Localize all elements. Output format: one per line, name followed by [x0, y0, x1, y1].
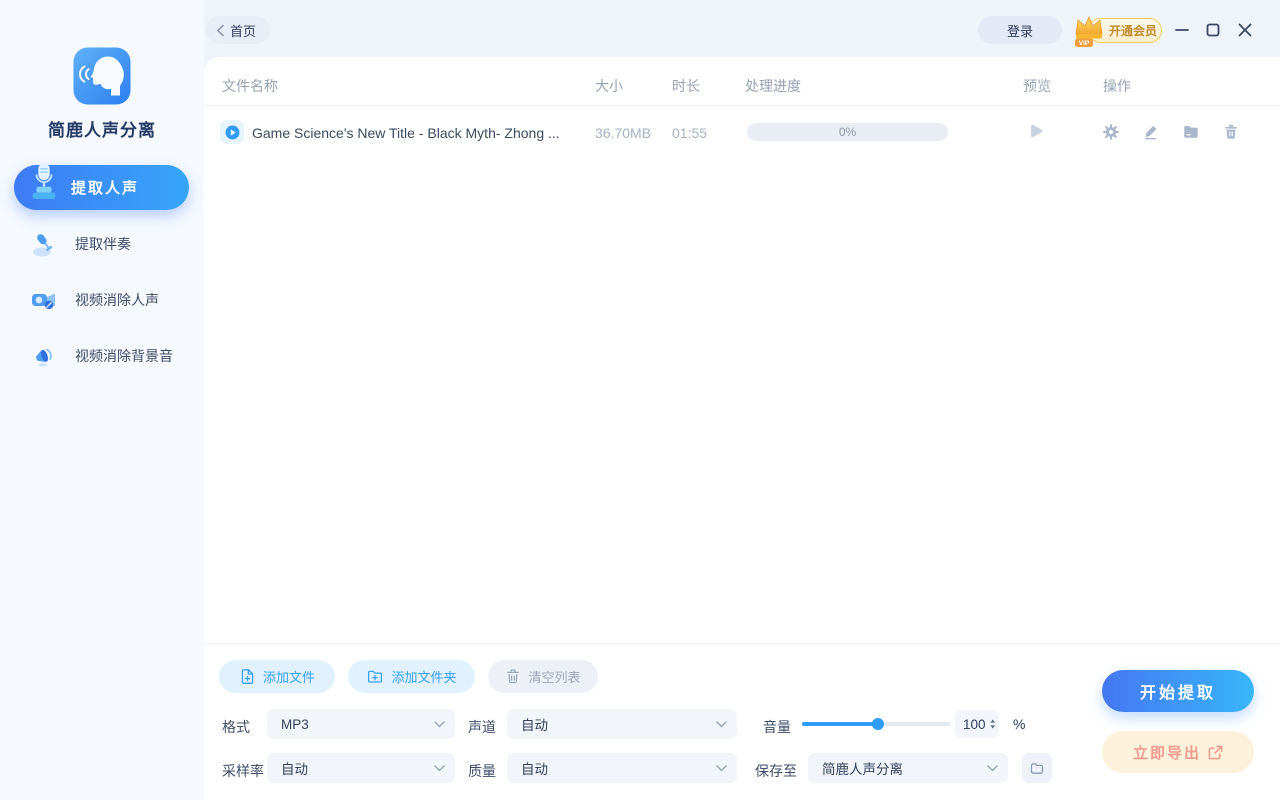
column-header-name: 文件名称 — [222, 78, 278, 94]
row-play-button[interactable] — [220, 120, 244, 144]
login-button[interactable]: 登录 — [978, 16, 1062, 44]
app-logo-icon — [73, 47, 131, 105]
column-header-duration: 时长 — [672, 78, 700, 94]
minimize-icon — [1175, 29, 1189, 31]
video-camera-icon — [27, 281, 61, 319]
quality-value: 自动 — [521, 762, 548, 777]
save-to-select[interactable]: 简鹿人声分离 — [808, 753, 1008, 783]
header-divider — [204, 105, 1280, 106]
clear-list-label: 清空列表 — [528, 670, 581, 685]
volume-value: 100 — [963, 716, 986, 732]
add-file-label: 添加文件 — [262, 670, 315, 685]
app-window: 简鹿人声分离 提取人声 提取伴奏 视频消除人声 视频消除背景音 首页 登录 VI… — [0, 0, 1280, 800]
microphone-music-icon — [27, 225, 61, 263]
sidebar-item-video-remove-vocals[interactable]: 视频消除人声 — [14, 278, 189, 322]
channel-value: 自动 — [521, 718, 548, 733]
chevron-down-icon — [434, 721, 445, 728]
sidebar-item-video-remove-background[interactable]: 视频消除背景音 — [14, 334, 189, 378]
sidebar-item-extract-accompaniment[interactable]: 提取伴奏 — [14, 222, 189, 266]
progress-bar: 0% — [747, 123, 948, 141]
sidebar-item-extract-vocals[interactable]: 提取人声 — [14, 162, 189, 210]
add-file-icon — [241, 669, 254, 684]
sidebar-item-label: 提取伴奏 — [75, 236, 131, 252]
clear-trash-icon — [507, 669, 520, 684]
chevron-left-icon — [216, 24, 224, 36]
volume-slider-fill — [802, 722, 878, 726]
file-name: Game Science's New Title - Black Myth- Z… — [252, 125, 560, 141]
play-circle-icon — [225, 125, 239, 139]
sidebar: 简鹿人声分离 提取人声 提取伴奏 视频消除人声 视频消除背景音 — [0, 0, 204, 800]
add-folder-label: 添加文件夹 — [391, 670, 457, 685]
sidebar-item-label: 视频消除人声 — [75, 292, 159, 308]
chevron-down-icon — [716, 765, 727, 772]
column-header-progress: 处理进度 — [745, 78, 801, 94]
sample-rate-select[interactable]: 自动 — [267, 753, 455, 783]
vip-crown-icon: VIP — [1075, 16, 1103, 47]
channel-label: 声道 — [468, 719, 496, 735]
maximize-button[interactable] — [1202, 19, 1224, 41]
app-title: 简鹿人声分离 — [48, 121, 156, 140]
sidebar-item-label: 提取人声 — [71, 180, 140, 197]
login-label: 登录 — [1006, 23, 1033, 39]
chevron-down-icon — [434, 765, 445, 772]
clear-list-button[interactable]: 清空列表 — [488, 660, 598, 693]
back-button[interactable]: 首页 — [206, 16, 271, 44]
close-icon — [1238, 23, 1252, 37]
file-duration: 01:55 — [672, 125, 708, 141]
volume-unit: % — [1013, 716, 1026, 732]
minimize-button[interactable] — [1171, 19, 1193, 41]
format-select[interactable]: MP3 — [267, 709, 455, 739]
volume-label: 音量 — [763, 719, 791, 735]
volume-slider-handle[interactable] — [872, 718, 884, 730]
megaphone-icon — [27, 337, 61, 375]
preview-play-icon[interactable] — [1027, 122, 1045, 140]
settings-gear-icon[interactable] — [1102, 123, 1120, 141]
volume-input[interactable]: 100 — [955, 710, 999, 738]
vip-membership-button[interactable]: VIP 开通会员 — [1070, 12, 1162, 48]
file-size: 36.70MB — [595, 125, 652, 141]
column-header-preview: 预览 — [1023, 78, 1051, 94]
start-extract-button[interactable]: 开始提取 — [1102, 670, 1254, 712]
quality-select[interactable]: 自动 — [507, 753, 737, 783]
folder-outline-icon — [1030, 762, 1044, 774]
format-label: 格式 — [222, 719, 250, 735]
add-folder-button[interactable]: 添加文件夹 — [348, 660, 475, 693]
stepper-arrows-icon[interactable] — [989, 717, 995, 731]
progress-label: 0% — [838, 125, 857, 139]
maximize-icon — [1206, 23, 1220, 37]
close-button[interactable] — [1234, 19, 1256, 41]
chevron-down-icon — [716, 721, 727, 728]
quality-label: 质量 — [468, 763, 496, 779]
channel-select[interactable]: 自动 — [507, 709, 737, 739]
browse-folder-button[interactable] — [1022, 753, 1052, 783]
column-header-size: 大小 — [595, 78, 623, 94]
app-logo — [72, 46, 132, 106]
vip-badge-text: VIP — [1079, 40, 1090, 47]
save-to-label: 保存至 — [755, 763, 797, 779]
format-value: MP3 — [281, 716, 309, 732]
delete-trash-icon[interactable] — [1222, 123, 1240, 141]
open-folder-icon[interactable] — [1182, 123, 1200, 141]
export-label: 立即导出 — [1132, 744, 1201, 762]
list-panel-divider — [204, 643, 1280, 644]
microphone-icon — [27, 162, 61, 207]
add-file-button[interactable]: 添加文件 — [219, 660, 335, 693]
sample-rate-value: 自动 — [281, 762, 308, 777]
external-link-icon — [1208, 745, 1223, 759]
volume-slider[interactable] — [802, 718, 950, 730]
chevron-down-icon — [987, 765, 998, 772]
back-label: 首页 — [230, 23, 257, 39]
export-button[interactable]: 立即导出 — [1102, 731, 1254, 773]
column-header-actions: 操作 — [1103, 78, 1131, 94]
save-to-value: 简鹿人声分离 — [822, 762, 903, 777]
edit-pencil-icon[interactable] — [1142, 123, 1160, 141]
sample-rate-label: 采样率 — [222, 763, 264, 779]
start-extract-label: 开始提取 — [1139, 685, 1216, 702]
sidebar-item-label: 视频消除背景音 — [75, 348, 173, 364]
add-folder-icon — [368, 670, 383, 683]
